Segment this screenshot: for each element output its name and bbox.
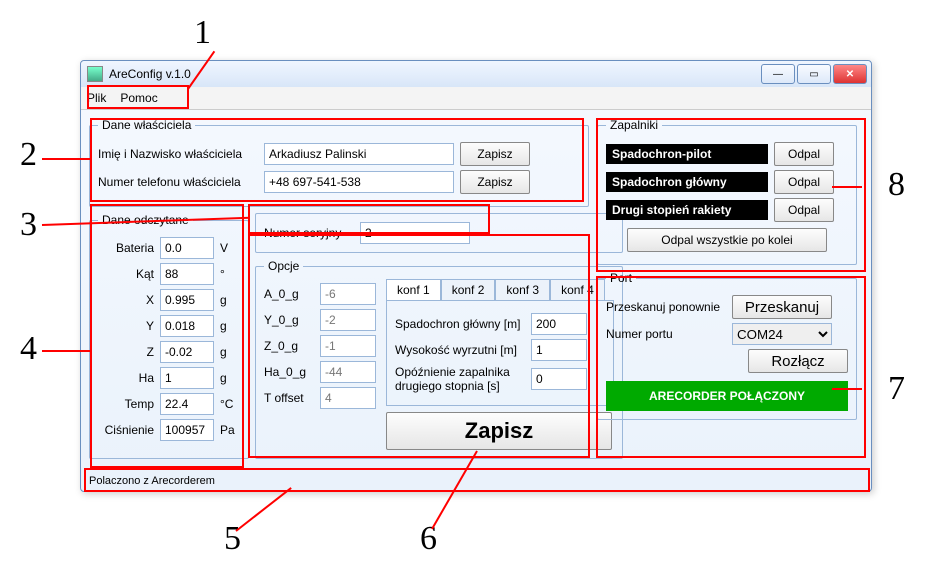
app-icon <box>87 66 103 82</box>
reading-value <box>160 315 214 337</box>
reading-label: Ha <box>98 371 154 385</box>
port-scan-button[interactable]: Przeskanuj <box>732 295 832 319</box>
port-scan-label: Przeskanuj ponownie <box>606 300 726 314</box>
igniter-name: Spadochron główny <box>606 172 768 192</box>
reading-value <box>160 341 214 363</box>
window-title: AreConfig v.1.0 <box>109 67 191 81</box>
app-window: AreConfig v.1.0 — ▭ ✕ Plik Pomoc Dane wł… <box>80 60 872 492</box>
owner-phone-save-button[interactable]: Zapisz <box>460 170 530 194</box>
conf-tab-2[interactable]: konf 2 <box>441 279 496 300</box>
annotation-line-2 <box>42 158 92 160</box>
reading-label: X <box>98 293 154 307</box>
minimize-button[interactable]: — <box>761 64 795 84</box>
menu-file[interactable]: Plik <box>87 91 106 105</box>
conf-tab-3[interactable]: konf 3 <box>495 279 550 300</box>
owner-name-input[interactable] <box>264 143 454 165</box>
reading-label: Y <box>98 319 154 333</box>
serial-group: Numer seryjny <box>255 213 623 253</box>
owner-phone-label: Numer telefonu właściciela <box>98 175 258 189</box>
annotation-label-5: 5 <box>224 520 241 558</box>
cal-input[interactable] <box>320 387 376 409</box>
reading-unit: ° <box>220 267 240 281</box>
owner-name-save-button[interactable]: Zapisz <box>460 142 530 166</box>
reading-value <box>160 419 214 441</box>
cal-label: Z_0_g <box>264 339 314 353</box>
conf-row-input[interactable] <box>531 368 587 390</box>
reading-label: Ciśnienie <box>98 423 154 437</box>
readings-group: Dane odczytane BateriaVKąt°XgYgZgHagTemp… <box>89 213 249 459</box>
reading-value <box>160 289 214 311</box>
menubar: Plik Pomoc <box>81 87 871 110</box>
reading-value <box>160 263 214 285</box>
reading-label: Kąt <box>98 267 154 281</box>
annotation-label-1: 1 <box>194 14 211 52</box>
reading-unit: °C <box>220 397 240 411</box>
close-button[interactable]: ✕ <box>833 64 867 84</box>
cal-input[interactable] <box>320 309 376 331</box>
maximize-button[interactable]: ▭ <box>797 64 831 84</box>
reading-unit: g <box>220 345 240 359</box>
cal-label: Y_0_g <box>264 313 314 327</box>
reading-value <box>160 237 214 259</box>
owner-phone-input[interactable] <box>264 171 454 193</box>
annotation-line-7 <box>832 388 862 390</box>
owner-name-label: Imię i Nazwisko właściciela <box>98 147 258 161</box>
cal-input[interactable] <box>320 361 376 383</box>
conf-row-label: Spadochron główny [m] <box>395 317 525 331</box>
port-select[interactable]: COM24 <box>732 323 832 345</box>
annotation-label-2: 2 <box>20 136 37 174</box>
igniter-fire-button[interactable]: Odpal <box>774 198 834 222</box>
reading-unit: g <box>220 319 240 333</box>
annotation-line-4 <box>42 350 92 352</box>
cal-input[interactable] <box>320 283 376 305</box>
reading-label: Bateria <box>98 241 154 255</box>
menu-help[interactable]: Pomoc <box>120 91 157 105</box>
fire-all-button[interactable]: Odpal wszystkie po kolei <box>627 228 827 252</box>
owner-group: Dane właściciela Imię i Nazwisko właścic… <box>89 118 589 207</box>
reading-label: Z <box>98 345 154 359</box>
options-save-button[interactable]: Zapisz <box>386 412 612 450</box>
reading-value <box>160 367 214 389</box>
reading-label: Temp <box>98 397 154 411</box>
reading-unit: g <box>220 293 240 307</box>
annotation-line-8 <box>832 186 862 188</box>
reading-value <box>160 393 214 415</box>
annotation-label-3: 3 <box>20 206 37 244</box>
owner-legend: Dane właściciela <box>98 118 195 132</box>
conf-row-label: Wysokość wyrzutni [m] <box>395 343 525 357</box>
reading-unit: V <box>220 241 240 255</box>
conf-row-input[interactable] <box>531 339 587 361</box>
igniter-name: Drugi stopień rakiety <box>606 200 768 220</box>
annotation-line-5 <box>235 487 291 532</box>
port-number-label: Numer portu <box>606 327 726 341</box>
igniter-name: Spadochron-pilot <box>606 144 768 164</box>
conf-tab-1[interactable]: konf 1 <box>386 279 441 300</box>
port-group: Port Przeskanuj ponownie Przeskanuj Nume… <box>597 271 857 420</box>
igniter-fire-button[interactable]: Odpal <box>774 142 834 166</box>
igniters-group: Zapalniki Spadochron-pilot Odpal Spadochro… <box>597 118 857 265</box>
igniters-legend: Zapalniki <box>606 118 662 132</box>
conf-row-input[interactable] <box>531 313 587 335</box>
options-legend: Opcje <box>264 259 303 273</box>
serial-input[interactable] <box>360 222 470 244</box>
options-group: Opcje A_0_g Y_0_g Z_0_g Ha_0_g T offset konf… <box>255 259 623 459</box>
cal-label: T offset <box>264 391 314 405</box>
cal-label: Ha_0_g <box>264 365 314 379</box>
igniter-fire-button[interactable]: Odpal <box>774 170 834 194</box>
annotation-label-7: 7 <box>888 370 905 408</box>
port-disconnect-button[interactable]: Rozłącz <box>748 349 848 373</box>
serial-label: Numer seryjny <box>264 226 354 240</box>
port-legend: Port <box>606 271 636 285</box>
cal-label: A_0_g <box>264 287 314 301</box>
cal-input[interactable] <box>320 335 376 357</box>
statusbar: Polaczono z Arecorderem <box>89 475 215 487</box>
conf-row-label: Opóźnienie zapalnika drugiego stopnia [s… <box>395 365 525 393</box>
connection-status: ARECORDER POŁĄCZONY <box>606 381 848 411</box>
annotation-label-8: 8 <box>888 166 905 204</box>
reading-unit: g <box>220 371 240 385</box>
annotation-label-4: 4 <box>20 330 37 368</box>
reading-unit: Pa <box>220 423 240 437</box>
